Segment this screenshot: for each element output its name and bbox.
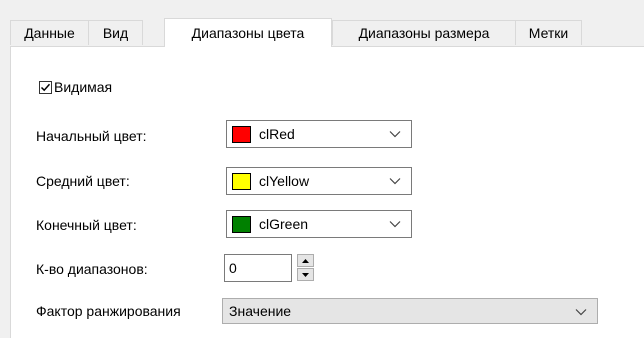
mid-color-swatch bbox=[232, 172, 251, 190]
mid-color-select[interactable]: clYellow bbox=[226, 167, 412, 195]
chevron-down-icon bbox=[389, 131, 401, 138]
visible-checkbox[interactable] bbox=[39, 80, 52, 94]
tab-panel: Видимая Начальный цвет: clRed Средний цв… bbox=[10, 46, 644, 338]
tab-labels[interactable]: Метки bbox=[515, 20, 582, 45]
start-color-swatch bbox=[232, 125, 251, 143]
tab-data[interactable]: Данные bbox=[10, 20, 89, 45]
end-color-value: clGreen bbox=[259, 216, 309, 232]
checkmark-icon bbox=[40, 83, 51, 91]
ranking-factor-label: Фактор ранжирования bbox=[36, 303, 181, 319]
spin-down-button[interactable] bbox=[297, 268, 314, 281]
spin-up-button[interactable] bbox=[297, 254, 314, 267]
start-color-select[interactable]: clRed bbox=[226, 120, 412, 148]
tab-color-ranges-label: Диапазоны цвета bbox=[191, 25, 305, 41]
range-count-input[interactable]: 0 bbox=[224, 254, 292, 282]
chevron-down-icon bbox=[575, 309, 587, 316]
visible-checkbox-row[interactable]: Видимая bbox=[39, 79, 112, 95]
tab-color-ranges[interactable]: Диапазоны цвета bbox=[164, 18, 332, 47]
chevron-down-icon bbox=[389, 178, 401, 185]
arrow-up-icon bbox=[302, 258, 309, 263]
tab-view-label: Вид bbox=[102, 25, 129, 41]
tab-labels-label: Метки bbox=[528, 25, 569, 41]
start-color-label: Начальный цвет: bbox=[36, 128, 147, 144]
tab-size-ranges[interactable]: Диапазоны размера bbox=[332, 20, 516, 45]
tab-view[interactable]: Вид bbox=[88, 20, 143, 45]
end-color-select[interactable]: clGreen bbox=[226, 210, 412, 238]
chevron-down-icon bbox=[389, 221, 401, 228]
visible-checkbox-label: Видимая bbox=[54, 79, 113, 95]
start-color-value: clRed bbox=[259, 126, 295, 142]
range-count-label: К-во диапазонов: bbox=[36, 261, 148, 277]
ranking-factor-value: Значение bbox=[229, 303, 292, 319]
end-color-label: Конечный цвет: bbox=[36, 217, 137, 233]
mid-color-label: Средний цвет: bbox=[36, 173, 130, 189]
range-count-value: 0 bbox=[229, 260, 237, 276]
end-color-swatch bbox=[232, 215, 251, 233]
mid-color-value: clYellow bbox=[259, 173, 310, 189]
arrow-down-icon bbox=[302, 272, 309, 277]
tab-data-label: Данные bbox=[24, 25, 75, 41]
ranking-factor-select[interactable]: Значение bbox=[222, 298, 598, 324]
tab-size-ranges-label: Диапазоны размера bbox=[358, 25, 490, 41]
